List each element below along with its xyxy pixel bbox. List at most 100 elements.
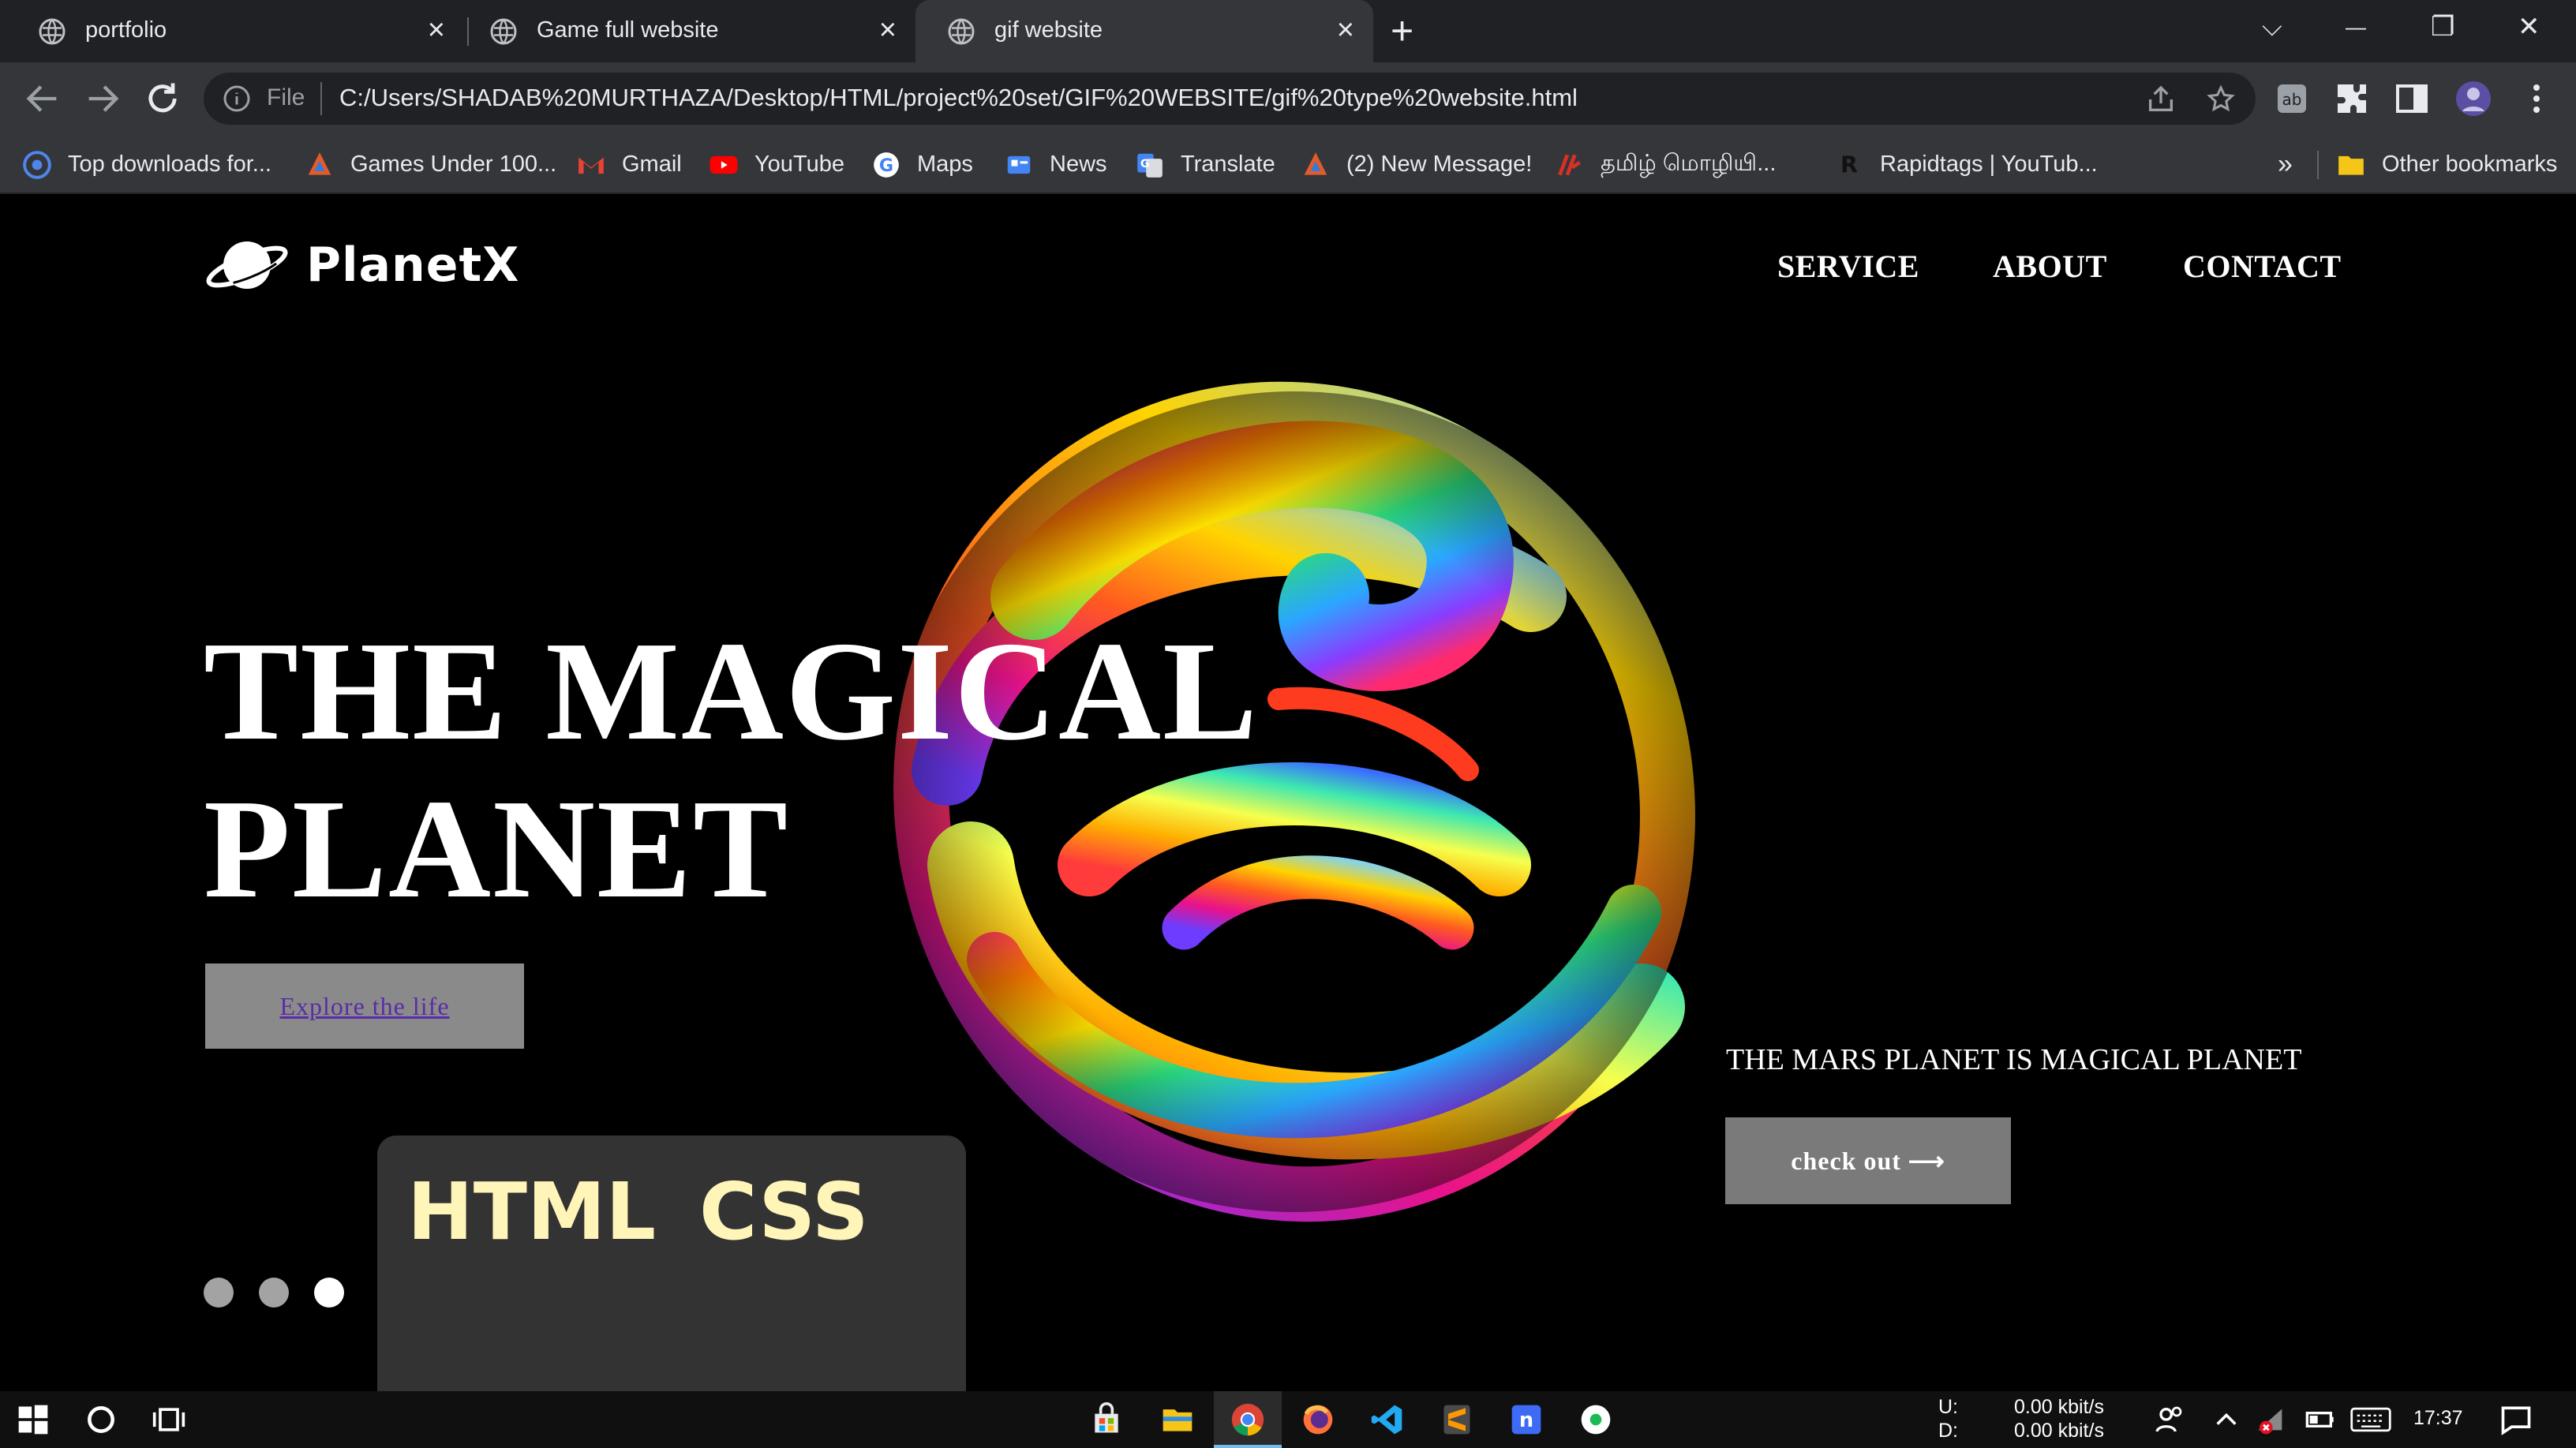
other-bookmarks-label: Other bookmarks — [2382, 152, 2558, 177]
url-text[interactable]: C:/Users/SHADAB%20MURTHAZA/Desktop/HTML/… — [339, 84, 1578, 112]
restore-button[interactable]: ❐ — [2431, 11, 2454, 43]
slider-dot-3-active[interactable] — [314, 1278, 344, 1308]
file-explorer-icon[interactable] — [1160, 1402, 1195, 1437]
minimize-button[interactable]: — — [2346, 11, 2366, 43]
game-favicon-icon — [308, 152, 331, 175]
extension-badge-icon[interactable]: ab — [2273, 80, 2311, 118]
task-view-icon[interactable] — [152, 1402, 186, 1437]
nav-link-about[interactable]: ABOUT — [1993, 248, 2107, 285]
browser-toolbar: File C:/Users/SHADAB%20MURTHAZA/Desktop/… — [0, 62, 2576, 135]
bookmark-label: Top downloads for... — [68, 152, 271, 177]
tab-title: Game full website — [537, 17, 719, 43]
slider-dot-2[interactable] — [259, 1278, 289, 1308]
clock-time[interactable]: 17:37 — [2413, 1407, 2463, 1430]
notification-center-icon[interactable] — [2499, 1402, 2533, 1437]
bookmark-label: Maps — [917, 152, 973, 177]
bookmark-label: News — [1050, 152, 1107, 177]
bookmark-item[interactable]: YouTube — [709, 135, 844, 194]
globe-icon — [39, 18, 66, 45]
message-favicon-icon — [1304, 152, 1327, 175]
bookmark-item[interactable]: G Translate — [1135, 135, 1275, 194]
chevron-up-icon[interactable] — [2213, 1406, 2240, 1433]
bookmark-star-icon[interactable] — [2205, 84, 2237, 115]
vscode-icon[interactable] — [1370, 1402, 1405, 1437]
circle-app-icon[interactable] — [1578, 1402, 1613, 1437]
bookmark-item[interactable]: Games Under 100... — [305, 135, 556, 194]
close-tab-icon[interactable]: × — [879, 14, 897, 46]
profile-avatar-icon[interactable] — [2454, 80, 2492, 118]
nav-link-contact[interactable]: CONTACT — [2183, 248, 2342, 285]
globe-icon — [490, 18, 517, 45]
info-icon[interactable] — [223, 84, 251, 113]
net-upload-label: U: — [1938, 1396, 1958, 1418]
bookmark-label: (2) New Message! — [1346, 152, 1533, 177]
address-divider — [320, 82, 322, 115]
bookmark-label: YouTube — [754, 152, 844, 177]
people-icon[interactable] — [2153, 1404, 2185, 1435]
firefox-icon[interactable] — [1301, 1402, 1335, 1437]
webpage-viewport: PlanetX SERVICE ABOUT CONTACT THE MAGICA… — [0, 194, 2576, 1391]
bookmark-label: Rapidtags | YouTub... — [1880, 152, 2098, 177]
bookmark-label: Translate — [1181, 152, 1275, 177]
menu-kebab-icon[interactable] — [2518, 80, 2555, 118]
extensions-puzzle-icon[interactable] — [2333, 80, 2371, 118]
tab-game-full-website[interactable]: Game full website × — [458, 0, 915, 62]
close-window-button[interactable]: ✕ — [2518, 11, 2540, 43]
gmail-favicon-icon — [578, 157, 604, 174]
translate-favicon-icon: G — [1137, 153, 1163, 178]
planet-logo-icon — [206, 241, 288, 289]
windows-start-icon[interactable] — [16, 1402, 51, 1437]
close-tab-icon[interactable]: × — [1337, 14, 1354, 46]
chrome-icon[interactable] — [1230, 1402, 1265, 1437]
tab-gif-website[interactable]: gif website × — [915, 0, 1373, 62]
bookmark-item[interactable]: G Maps — [871, 135, 973, 194]
side-panel-icon[interactable] — [2393, 80, 2431, 118]
bookmark-item[interactable]: R Rapidtags | YouTub... — [1834, 135, 2098, 194]
html-label: HTML — [407, 1166, 657, 1258]
bookmarks-bar: Top downloads for... Games Under 100... … — [0, 135, 2576, 194]
hero-title: THE MAGICAL PLANET — [204, 612, 1309, 928]
windows-taskbar: n U: D: 0.00 kbit/s 0.00 kbit/s 17:37 — [0, 1391, 2576, 1448]
site-logo[interactable]: PlanetX — [204, 234, 519, 297]
chrome-active-underline — [1214, 1445, 1282, 1448]
hero-title-line-2: PLANET — [204, 770, 790, 927]
logo-text: PlanetX — [306, 238, 520, 293]
network-error-icon[interactable] — [2256, 1404, 2287, 1435]
tech-stack-card: HTML CSS — [377, 1136, 966, 1391]
bookmarks-overflow-button[interactable]: » — [2278, 135, 2293, 194]
keyboard-icon[interactable] — [2350, 1404, 2391, 1435]
forward-arrow-icon[interactable] — [82, 78, 123, 119]
tamil-favicon-icon — [1558, 153, 1581, 176]
nav-link-service[interactable]: SERVICE — [1777, 248, 1919, 285]
back-arrow-icon[interactable] — [22, 78, 63, 119]
share-icon[interactable] — [2145, 84, 2177, 115]
bookmark-item[interactable]: (2) New Message! — [1301, 135, 1532, 194]
explore-button[interactable]: Explore the life — [205, 963, 524, 1049]
svg-text:R: R — [1840, 152, 1858, 178]
sublime-text-icon[interactable] — [1440, 1402, 1474, 1437]
notion-app-icon[interactable]: n — [1509, 1402, 1544, 1437]
slider-dot-1[interactable] — [204, 1278, 234, 1308]
net-upload-speed: 0.00 kbit/s — [2014, 1396, 2104, 1418]
news-favicon-icon — [1007, 155, 1031, 174]
bookmark-item[interactable]: News — [1004, 135, 1107, 194]
chevron-double-right-icon: » — [2278, 149, 2293, 179]
cortana-search-icon[interactable] — [84, 1402, 118, 1437]
close-tab-icon[interactable]: × — [428, 14, 445, 46]
store-icon[interactable] — [1089, 1402, 1124, 1437]
tab-search-icon[interactable]: ⌵ — [2262, 11, 2282, 43]
browser-tab-strip: portfolio × Game full website × gif webs… — [0, 0, 2576, 62]
globe-icon — [948, 18, 975, 45]
tab-portfolio[interactable]: portfolio × — [6, 0, 464, 62]
check-out-button[interactable]: check out ⟶ — [1725, 1117, 2011, 1204]
bookmark-item[interactable]: Top downloads for... — [22, 135, 271, 194]
bookmark-item[interactable]: Gmail — [576, 135, 682, 194]
battery-icon[interactable] — [2305, 1404, 2336, 1435]
net-download-speed: 0.00 kbit/s — [2014, 1420, 2104, 1442]
other-bookmarks[interactable]: Other bookmarks — [2336, 135, 2557, 194]
address-bar[interactable]: File C:/Users/SHADAB%20MURTHAZA/Desktop/… — [204, 73, 2256, 125]
reload-icon[interactable] — [142, 78, 183, 119]
bookmark-item[interactable]: தமிழ் மொழியி... — [1555, 135, 1776, 194]
new-tab-button[interactable]: + — [1391, 11, 1413, 51]
bookmark-label: Gmail — [622, 152, 682, 177]
